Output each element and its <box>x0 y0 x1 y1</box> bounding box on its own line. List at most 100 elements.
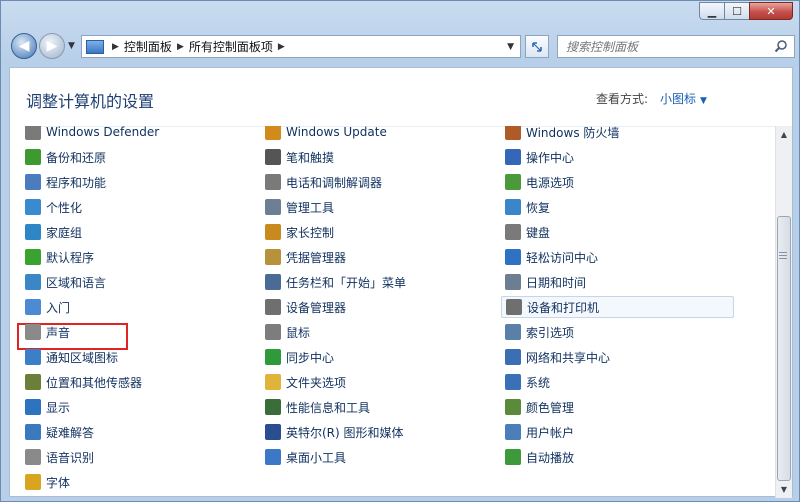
item-label: 颜色管理 <box>526 400 575 415</box>
item-sync[interactable]: 同步中心 <box>265 346 334 368</box>
item-sensor[interactable]: 位置和其他传感器 <box>25 371 142 393</box>
update-icon <box>265 126 281 140</box>
firewall-icon <box>505 126 521 140</box>
item-display[interactable]: 显示 <box>25 396 70 418</box>
item-keyboard[interactable]: 键盘 <box>505 221 550 243</box>
item-label: 区域和语言 <box>46 275 107 290</box>
forward-button[interactable]: ▶ <box>39 33 65 59</box>
item-phone[interactable]: 电话和调制解调器 <box>265 171 382 193</box>
item-default-programs[interactable]: 默认程序 <box>25 246 94 268</box>
item-label: 同步中心 <box>286 350 335 365</box>
item-system[interactable]: 系统 <box>505 371 550 393</box>
scroll-up-button[interactable]: ▲ <box>776 126 792 143</box>
breadcrumb-separator-icon[interactable]: ▶ <box>177 42 184 52</box>
page-title: 调整计算机的设置 <box>26 92 155 111</box>
item-folder[interactable]: 文件夹选项 <box>265 371 346 393</box>
region-icon <box>25 274 41 290</box>
breadcrumb-separator-icon[interactable]: ▶ <box>112 42 119 52</box>
back-button[interactable]: ◀ <box>11 33 37 59</box>
item-taskbar[interactable]: 任务栏和「开始」菜单 <box>265 271 406 293</box>
item-region[interactable]: 区域和语言 <box>25 271 106 293</box>
item-personalization[interactable]: 个性化 <box>25 196 82 218</box>
item-troubleshoot[interactable]: 疑难解答 <box>25 421 94 443</box>
item-network[interactable]: 网络和共享中心 <box>505 346 610 368</box>
breadcrumb-separator-icon[interactable]: ▶ <box>278 42 285 52</box>
breadcrumb-control-panel[interactable]: 控制面板 <box>124 38 172 55</box>
breadcrumb-all-items[interactable]: 所有控制面板项 <box>189 38 273 55</box>
item-color[interactable]: 颜色管理 <box>505 396 574 418</box>
device-manager-icon <box>265 299 281 315</box>
item-programs[interactable]: 程序和功能 <box>25 171 106 193</box>
item-label: 电源选项 <box>526 175 575 190</box>
recovery-icon <box>505 199 521 215</box>
item-admin-tools[interactable]: 管理工具 <box>265 196 334 218</box>
item-backup[interactable]: 备份和还原 <box>25 146 106 168</box>
item-label: 电话和调制解调器 <box>286 175 383 190</box>
item-label: 通知区域图标 <box>46 350 119 365</box>
item-device-manager[interactable]: 设备管理器 <box>265 296 346 318</box>
item-clock[interactable]: 日期和时间 <box>505 271 586 293</box>
item-label: 日期和时间 <box>526 275 587 290</box>
maximize-button[interactable]: ☐ <box>724 2 750 20</box>
item-performance[interactable]: 性能信息和工具 <box>265 396 370 418</box>
item-getting-started[interactable]: 入门 <box>25 296 70 318</box>
vertical-scrollbar[interactable]: ▲ ▼ <box>775 126 792 498</box>
item-firewall[interactable]: Windows 防火墙 <box>505 126 619 143</box>
chevron-down-icon: ▼ <box>507 41 514 52</box>
view-by-dropdown[interactable]: 小图标 ▼ <box>660 90 707 107</box>
item-label: 凭据管理器 <box>286 250 347 265</box>
item-label: 系统 <box>526 375 551 390</box>
refresh-button[interactable] <box>525 35 549 58</box>
item-credential[interactable]: 凭据管理器 <box>265 246 346 268</box>
address-bar[interactable]: ▶ 控制面板 ▶ 所有控制面板项 ▶ ▼ <box>81 35 521 58</box>
item-pen[interactable]: 笔和触摸 <box>265 146 334 168</box>
network-icon <box>505 349 521 365</box>
item-intel[interactable]: 英特尔(R) 图形和媒体 <box>265 421 404 443</box>
item-parental[interactable]: 家长控制 <box>265 221 334 243</box>
item-label: 桌面小工具 <box>286 450 347 465</box>
sensor-icon <box>25 374 41 390</box>
caption-buttons: ▁ ☐ ✕ <box>699 2 793 20</box>
address-dropdown[interactable]: ▼ <box>480 36 520 57</box>
item-label: 性能信息和工具 <box>286 400 371 415</box>
item-notification[interactable]: 通知区域图标 <box>25 346 118 368</box>
phone-icon <box>265 174 281 190</box>
item-printer[interactable]: 设备和打印机 <box>501 296 734 318</box>
item-defender[interactable]: Windows Defender <box>25 126 159 143</box>
keyboard-icon <box>505 224 521 240</box>
recent-pages-dropdown[interactable]: ▼ <box>68 41 75 51</box>
printer-icon <box>506 299 522 315</box>
item-index[interactable]: 索引选项 <box>505 321 574 343</box>
chevron-up-icon: ▲ <box>780 130 788 139</box>
item-flag[interactable]: 操作中心 <box>505 146 574 168</box>
search-input[interactable] <box>566 39 766 54</box>
intel-icon <box>265 424 281 440</box>
item-ease-access[interactable]: 轻松访问中心 <box>505 246 598 268</box>
item-label: 笔和触摸 <box>286 150 335 165</box>
notification-icon <box>25 349 41 365</box>
minimize-button[interactable]: ▁ <box>699 2 725 20</box>
item-recovery[interactable]: 恢复 <box>505 196 550 218</box>
default-programs-icon <box>25 249 41 265</box>
backup-icon <box>25 149 41 165</box>
item-label: 设备和打印机 <box>527 300 600 315</box>
item-microphone[interactable]: 语音识别 <box>25 446 94 468</box>
item-homegroup[interactable]: 家庭组 <box>25 221 82 243</box>
item-gadgets[interactable]: 桌面小工具 <box>265 446 346 468</box>
close-button[interactable]: ✕ <box>749 2 793 20</box>
item-speaker[interactable]: 声音 <box>25 321 70 343</box>
item-fonts[interactable]: 字体 <box>25 471 70 493</box>
display-icon <box>25 399 41 415</box>
scroll-down-button[interactable]: ▼ <box>776 481 792 498</box>
item-power[interactable]: 电源选项 <box>505 171 574 193</box>
chevron-down-icon: ▼ <box>780 485 788 494</box>
search-icon[interactable] <box>774 39 788 56</box>
item-mouse[interactable]: 鼠标 <box>265 321 310 343</box>
refresh-icon <box>532 41 542 52</box>
scroll-thumb[interactable] <box>777 216 791 481</box>
item-user[interactable]: 用户帐户 <box>505 421 574 443</box>
search-box[interactable] <box>557 35 795 58</box>
homegroup-icon <box>25 224 41 240</box>
item-update[interactable]: Windows Update <box>265 126 387 143</box>
item-autoplay[interactable]: 自动播放 <box>505 446 574 468</box>
